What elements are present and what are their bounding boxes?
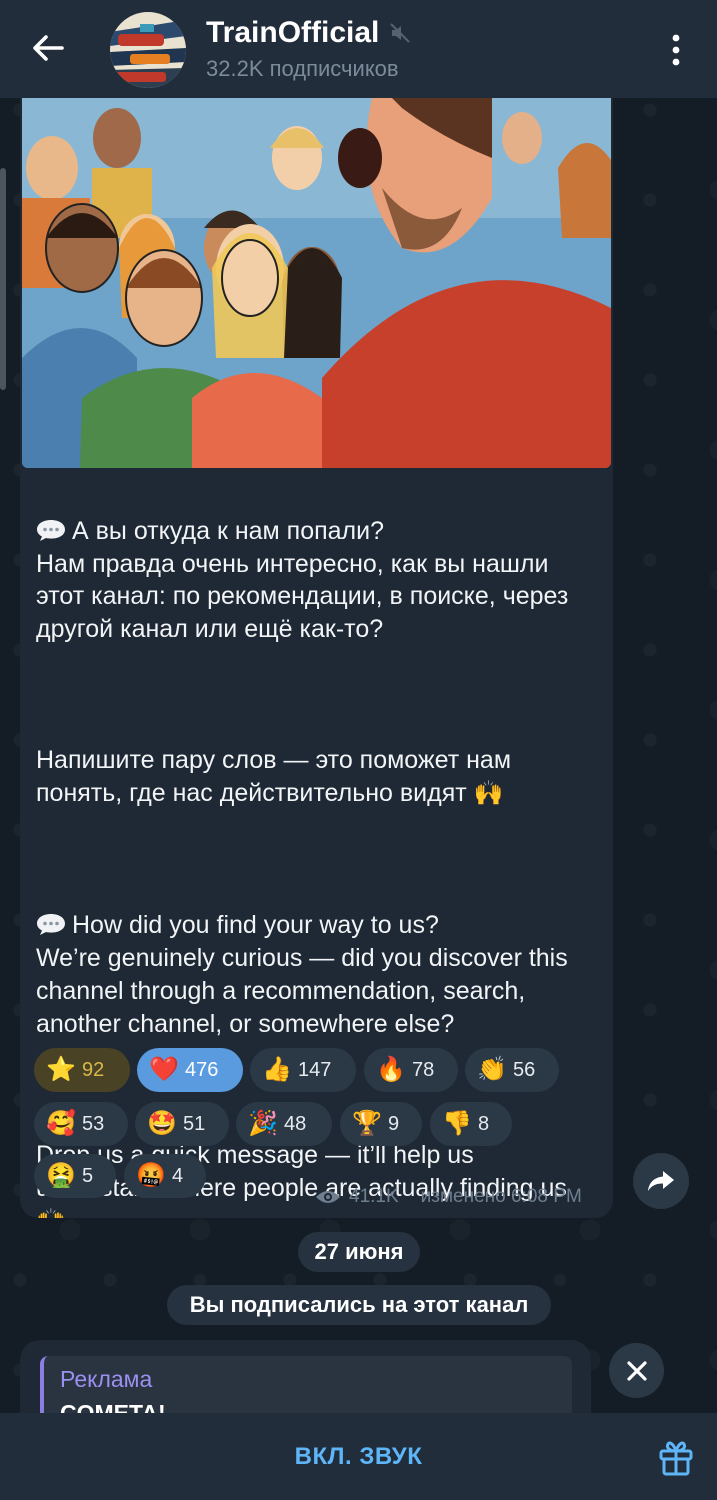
reaction-thumbs-down[interactable]: 👎 8 bbox=[430, 1102, 512, 1146]
edited-time: изменено 6:08 PM bbox=[420, 1186, 582, 1207]
reaction-cursing[interactable]: 🤬 4 bbox=[124, 1154, 206, 1198]
crowd-illustration bbox=[22, 98, 611, 468]
post-image[interactable] bbox=[22, 98, 611, 468]
view-count: 41.1K bbox=[349, 1186, 399, 1207]
unmute-button[interactable]: ВКЛ. ЗВУК bbox=[0, 1413, 717, 1500]
channel-title[interactable]: TrainOfficial bbox=[206, 16, 411, 50]
more-vertical-icon bbox=[672, 34, 680, 66]
reaction-thumbs-up[interactable]: 👍 147 bbox=[250, 1048, 356, 1092]
share-icon bbox=[648, 1171, 674, 1191]
reaction-clap[interactable]: 👏 56 bbox=[465, 1048, 559, 1092]
post-paragraph-ru-request: Напишите пару слов — это поможет нам пон… bbox=[36, 744, 601, 811]
close-ad-button[interactable] bbox=[609, 1343, 664, 1398]
arrow-left-icon bbox=[33, 35, 64, 61]
scrollbar-thumb[interactable] bbox=[0, 168, 6, 390]
speech-bubble-icon bbox=[37, 519, 65, 541]
close-icon bbox=[626, 1360, 647, 1381]
raised-hands-icon: 🙌 bbox=[36, 1206, 66, 1218]
channel-post: А вы откуда к нам попали? Нам правда оче… bbox=[20, 98, 613, 1218]
speech-bubble-icon bbox=[37, 914, 65, 936]
ad-card[interactable]: Реклама COMETA! bbox=[40, 1356, 572, 1420]
channel-header: TrainOfficial 32.2K подписчиков bbox=[0, 0, 717, 98]
more-menu-button[interactable] bbox=[660, 30, 692, 70]
reaction-star-struck[interactable]: 🤩 51 bbox=[135, 1102, 229, 1146]
bottom-bar: ВКЛ. ЗВУК bbox=[0, 1413, 717, 1500]
reaction-smiling-hearts[interactable]: 🥰 53 bbox=[34, 1102, 128, 1146]
muted-speaker-icon bbox=[390, 23, 411, 43]
gift-icon bbox=[659, 1441, 693, 1476]
service-message: Вы подписались на этот канал bbox=[167, 1285, 551, 1325]
post-meta: 41.1K изменено 6:08 PM bbox=[315, 1186, 582, 1208]
back-button[interactable] bbox=[28, 28, 68, 68]
eye-icon bbox=[316, 1191, 340, 1203]
ad-label: Реклама bbox=[60, 1366, 153, 1392]
reaction-vomit[interactable]: 🤮 5 bbox=[34, 1154, 116, 1198]
subscriber-count: 32.2K подписчиков bbox=[206, 56, 399, 81]
raised-hands-icon: 🙌 bbox=[473, 780, 504, 808]
reaction-fire[interactable]: 🔥 78 bbox=[364, 1048, 458, 1092]
reaction-heart[interactable]: ❤️ 476 bbox=[137, 1048, 243, 1092]
train-logo-icon bbox=[110, 12, 186, 88]
reaction-trophy[interactable]: 🏆 9 bbox=[340, 1102, 422, 1146]
post-paragraph-ru-question: А вы откуда к нам попали? Нам правда оче… bbox=[36, 516, 569, 644]
sponsored-message[interactable]: Реклама COMETA! bbox=[20, 1340, 591, 1420]
date-separator: 27 июня bbox=[298, 1232, 420, 1272]
share-button[interactable] bbox=[633, 1153, 689, 1209]
channel-avatar[interactable] bbox=[110, 12, 186, 88]
gift-button[interactable] bbox=[656, 1437, 696, 1477]
reaction-party[interactable]: 🎉 48 bbox=[236, 1102, 332, 1146]
channel-title-text: TrainOfficial bbox=[206, 16, 380, 49]
reaction-star[interactable]: ⭐ 92 bbox=[34, 1048, 130, 1092]
post-paragraph-en-question: How did you find your way to us? We’re g… bbox=[36, 911, 568, 1038]
